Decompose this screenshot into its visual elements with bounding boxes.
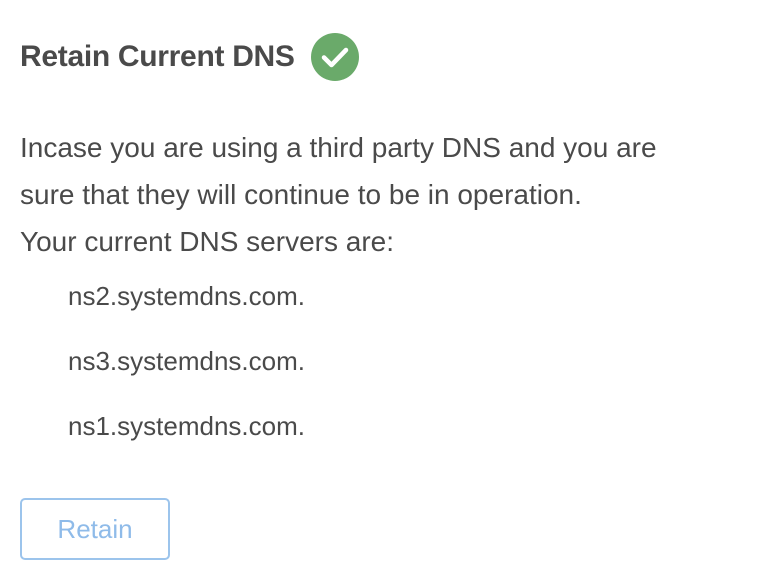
- retain-button[interactable]: Retain: [20, 498, 170, 560]
- check-circle-icon-graphic: [310, 33, 359, 81]
- dns-server-list: ns2.systemdns.com. ns3.systemdns.com. ns…: [68, 280, 305, 475]
- retain-dns-panel: Retain Current DNS Incase you are using …: [0, 0, 762, 588]
- description-line-1: Incase you are using a third party DNS a…: [20, 132, 657, 163]
- dns-server-item: ns3.systemdns.com.: [68, 346, 305, 376]
- dns-server-item: ns1.systemdns.com.: [68, 411, 305, 441]
- check-circle-icon: [310, 33, 359, 81]
- description: Incase you are using a third party DNS a…: [20, 124, 740, 265]
- page-title: Retain Current DNS: [20, 40, 295, 73]
- title-row: Retain Current DNS: [20, 32, 359, 82]
- description-line-3: Your current DNS servers are:: [20, 226, 394, 257]
- description-line-2: sure that they will continue to be in op…: [20, 179, 582, 210]
- dns-server-item: ns2.systemdns.com.: [68, 281, 305, 311]
